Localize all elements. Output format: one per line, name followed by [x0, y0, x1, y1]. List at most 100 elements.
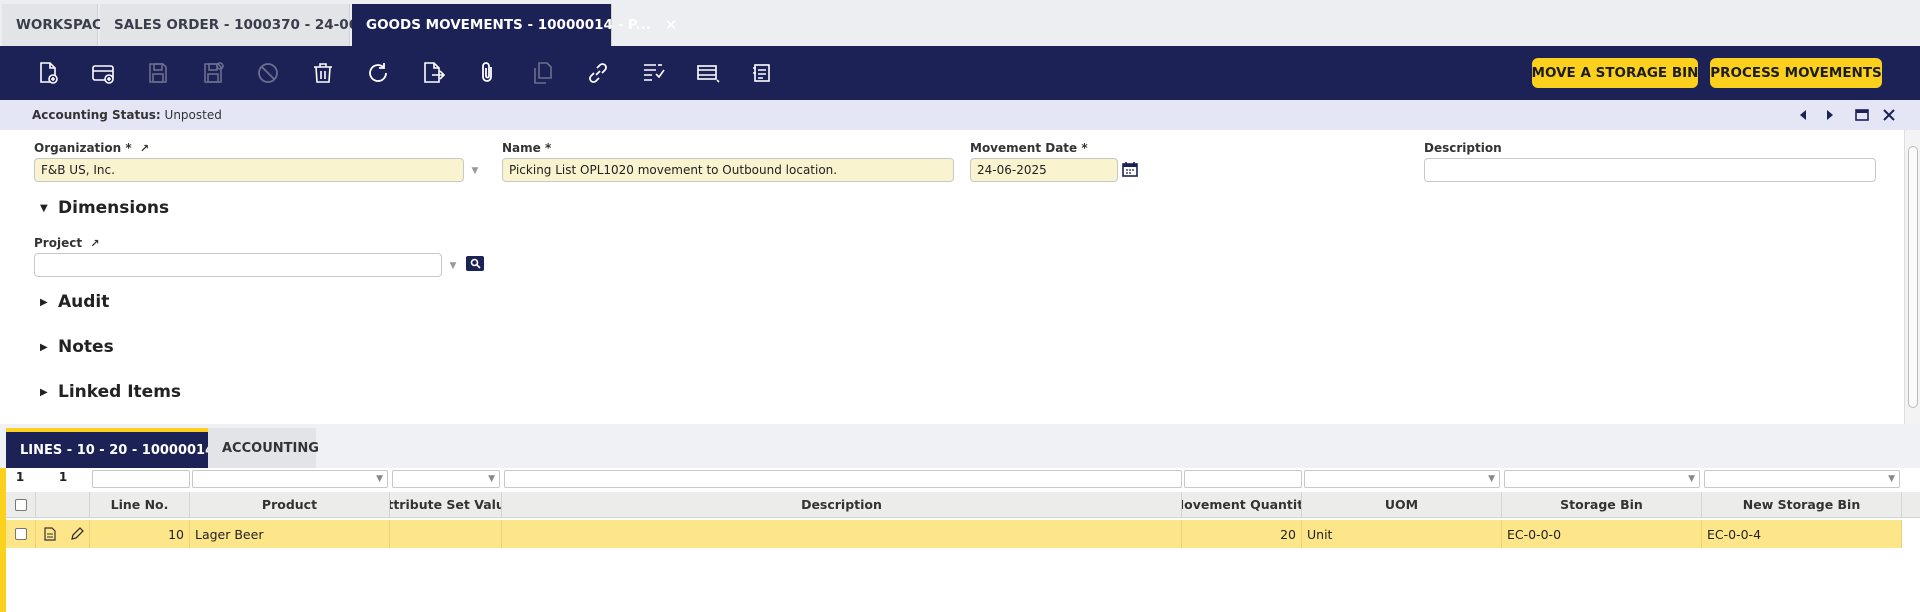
column-header-line-no[interactable]: Line No.	[90, 492, 190, 518]
cell-storage-bin[interactable]: EC-0-0-0	[1502, 520, 1702, 548]
chevron-down-icon: ▼	[376, 474, 383, 484]
field-value: F&B US, Inc.	[41, 163, 115, 177]
cell-line-no[interactable]: 10	[90, 520, 190, 548]
expand-caret-icon: ▶	[40, 386, 48, 398]
section-notes[interactable]: ▶ Notes	[40, 337, 114, 357]
tab-label: SALES ORDER - 1000370 - 24-06-...	[114, 17, 380, 33]
section-title: Dimensions	[58, 198, 170, 218]
undo-icon[interactable]	[253, 58, 283, 88]
link-arrow-icon[interactable]: ↗	[90, 237, 99, 250]
calendar-icon[interactable]	[1121, 160, 1139, 178]
cell-new-storage-bin[interactable]: EC-0-0-4	[1702, 520, 1902, 548]
tab-workspace[interactable]: WORKSPACE	[2, 4, 111, 46]
save-close-icon[interactable]	[198, 58, 228, 88]
audit-icon[interactable]	[638, 58, 668, 88]
attachment-icon[interactable]	[473, 58, 503, 88]
export-icon[interactable]	[418, 58, 448, 88]
column-header-new-storage-bin[interactable]: New Storage Bin	[1702, 492, 1902, 518]
search-icon[interactable]	[466, 256, 484, 271]
name-label: Name *	[502, 141, 552, 155]
section-dimensions[interactable]: ▼ Dimensions	[40, 198, 169, 218]
save-icon[interactable]	[143, 58, 173, 88]
grid-view-icon[interactable]	[693, 58, 723, 88]
section-linked-items[interactable]: ▶ Linked Items	[40, 382, 181, 402]
button-label: MOVE A STORAGE BIN	[1531, 65, 1699, 81]
column-header-attribute-set-value[interactable]: Attribute Set Value	[390, 492, 502, 518]
select-all-header[interactable]	[6, 492, 36, 518]
organization-field[interactable]: F&B US, Inc.	[34, 158, 464, 182]
column-header-storage-bin[interactable]: Storage Bin	[1502, 492, 1702, 518]
accounting-status: Accounting Status: Unposted	[32, 108, 222, 122]
label-text: Project	[34, 236, 83, 250]
filter-count: 1	[15, 470, 25, 484]
chevron-down-icon[interactable]: ▼	[446, 259, 460, 273]
maximize-icon[interactable]	[1852, 106, 1872, 124]
chevron-down-icon: ▼	[1888, 474, 1895, 484]
notes-icon[interactable]	[748, 58, 778, 88]
tab-sales-order[interactable]: SALES ORDER - 1000370 - 24-06-... ✕	[100, 4, 406, 46]
filter-new-storage-bin[interactable]: ▼	[1704, 470, 1900, 488]
form-scrollbar[interactable]	[1904, 130, 1920, 424]
cell-uom[interactable]: Unit	[1302, 520, 1502, 548]
chevron-down-icon: ▼	[488, 474, 495, 484]
move-storage-bin-button[interactable]: MOVE A STORAGE BIN	[1532, 58, 1698, 88]
filter-product[interactable]: ▼	[192, 470, 388, 488]
row-select-cell[interactable]	[6, 520, 36, 548]
close-icon[interactable]: ✕	[665, 16, 678, 34]
cell-product[interactable]: Lager Beer	[190, 520, 390, 548]
section-audit[interactable]: ▶ Audit	[40, 292, 109, 312]
delete-icon[interactable]	[308, 58, 338, 88]
cell-attribute-set-value[interactable]	[390, 520, 502, 548]
chevron-down-icon[interactable]: ▼	[468, 164, 482, 178]
link-icon[interactable]	[583, 58, 613, 88]
refresh-icon[interactable]	[363, 58, 393, 88]
header-filler	[1902, 492, 1920, 518]
collapse-caret-icon: ▼	[40, 202, 48, 214]
filter-attribute-set[interactable]: ▼	[392, 470, 500, 488]
status-label: Accounting Status:	[32, 108, 161, 122]
filter-movement-quantity[interactable]	[1184, 470, 1302, 488]
section-title: Audit	[58, 292, 110, 312]
select-all-checkbox[interactable]	[14, 498, 27, 511]
next-record-icon[interactable]	[1820, 106, 1840, 124]
cell-movement-quantity[interactable]: 20	[1182, 520, 1302, 548]
new-document-icon[interactable]	[33, 58, 63, 88]
cell-description[interactable]	[502, 520, 1182, 548]
tab-goods-movements[interactable]: GOODS MOVEMENTS - 10000014 - P... ✕	[352, 4, 677, 46]
new-row-icon[interactable]	[88, 58, 118, 88]
column-header-uom[interactable]: UOM	[1302, 492, 1502, 518]
description-field[interactable]	[1424, 158, 1876, 182]
movement-date-label: Movement Date *	[970, 141, 1088, 155]
expand-caret-icon: ▶	[40, 296, 48, 308]
edit-pencil-icon[interactable]	[64, 520, 90, 548]
filter-count: 1	[58, 470, 68, 484]
tab-lines[interactable]: LINES - 10 - 20 - 10000014 - P...	[6, 428, 251, 468]
tab-label: GOODS MOVEMENTS - 10000014 - P...	[366, 17, 651, 33]
column-header-product[interactable]: Product	[190, 492, 390, 518]
expand-caret-icon: ▶	[40, 341, 48, 353]
movement-date-field[interactable]: 24-06-2025	[970, 158, 1118, 182]
process-movements-button[interactable]: PROCESS MOVEMENTS	[1710, 58, 1882, 88]
section-title: Notes	[58, 337, 114, 357]
filter-line-no[interactable]	[92, 470, 190, 488]
field-value: 24-06-2025	[977, 163, 1047, 177]
name-field[interactable]: Picking List OPL1020 movement to Outboun…	[502, 158, 954, 182]
column-header-description[interactable]: Description	[502, 492, 1182, 518]
link-arrow-icon[interactable]: ↗	[140, 142, 149, 155]
previous-record-icon[interactable]	[1793, 106, 1813, 124]
status-value: Unposted	[164, 108, 222, 122]
project-label: Project ↗	[34, 236, 99, 250]
filter-storage-bin[interactable]: ▼	[1504, 470, 1700, 488]
open-form-icon[interactable]	[36, 520, 64, 548]
close-record-icon[interactable]	[1879, 106, 1899, 124]
project-field[interactable]	[34, 253, 442, 277]
scrollbar-thumb[interactable]	[1908, 146, 1918, 408]
tab-accounting[interactable]: ACCOUNTING	[208, 428, 319, 468]
filter-uom[interactable]: ▼	[1304, 470, 1500, 488]
status-bar	[0, 100, 1920, 130]
clone-icon[interactable]	[528, 58, 558, 88]
filter-description[interactable]	[504, 470, 1182, 488]
row-checkbox[interactable]	[14, 528, 27, 540]
column-header-movement-quantity[interactable]: Movement Quantity	[1182, 492, 1302, 518]
chevron-down-icon: ▼	[1688, 474, 1695, 484]
